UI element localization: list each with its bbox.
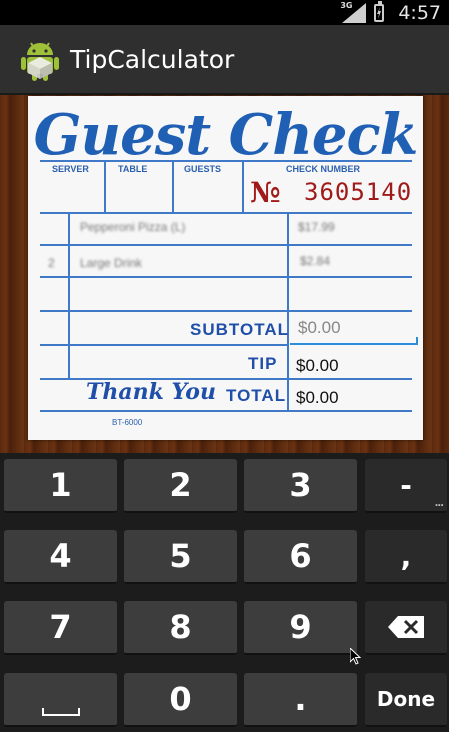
divider — [40, 276, 412, 278]
backspace-key[interactable] — [365, 601, 447, 655]
divider — [40, 244, 412, 246]
total-value: $0.00 — [296, 388, 339, 407]
total-label: TOTAL — [226, 386, 287, 405]
tip-value: $0.00 — [296, 356, 339, 375]
key-6[interactable]: 6 — [244, 530, 357, 584]
item-qty: 2 — [48, 256, 55, 270]
thank-you-text: Thank You — [86, 379, 216, 405]
key-5[interactable]: 5 — [124, 530, 237, 584]
divider — [68, 212, 70, 378]
status-bar: 3G 4:57 — [0, 0, 449, 25]
divider — [40, 410, 412, 412]
divider — [40, 310, 412, 312]
done-button[interactable]: Done — [365, 673, 447, 727]
network-type-label: 3G — [340, 0, 353, 10]
guests-header: GUESTS — [184, 164, 222, 174]
key-1[interactable]: 1 — [4, 459, 117, 513]
guest-check: Guest Check SERVER TABLE GUESTS CHECK NU… — [28, 96, 423, 440]
divider — [104, 162, 106, 212]
android-robot-icon[interactable] — [21, 39, 59, 81]
key-minus[interactable]: - ... — [365, 459, 447, 513]
backspace-icon — [388, 616, 424, 638]
key-9[interactable]: 9 — [244, 601, 357, 655]
check-number: 3605140 — [304, 178, 413, 206]
status-icons: 3G 4:57 — [340, 0, 441, 25]
key-7[interactable]: 7 — [4, 601, 117, 655]
item-name: Pepperoni Pizza (L) — [80, 220, 186, 234]
key-2[interactable]: 2 — [124, 459, 237, 513]
check-number-header: CHECK NUMBER — [286, 164, 360, 174]
table-header: TABLE — [118, 164, 148, 174]
space-key[interactable] — [4, 673, 117, 727]
tip-label: TIP — [248, 354, 278, 373]
key-period[interactable]: . — [244, 673, 357, 727]
key-8[interactable]: 8 — [124, 601, 237, 655]
more-symbols-icon: ... — [434, 498, 444, 509]
subtotal-input-underline[interactable] — [290, 337, 418, 345]
space-icon — [41, 708, 80, 716]
numeric-keyboard: 1 2 3 - ... 4 5 6 , 7 8 9 0 . Done — [0, 453, 449, 732]
number-sign: № — [250, 176, 281, 209]
server-header: SERVER — [52, 164, 89, 174]
item-name: Large Drink — [80, 256, 143, 270]
divider — [40, 212, 412, 214]
divider — [40, 344, 288, 346]
divider — [172, 162, 174, 212]
form-number: BT-6000 — [112, 418, 143, 427]
divider — [40, 160, 412, 162]
app-title: TipCalculator — [70, 45, 235, 74]
subtotal-label: SUBTOTAL — [190, 320, 289, 339]
clock: 4:57 — [398, 1, 441, 24]
divider — [242, 162, 244, 212]
action-bar: TipCalculator — [0, 25, 449, 95]
signal-icon: 3G — [340, 0, 367, 23]
check-title: Guest Check — [33, 102, 419, 168]
item-price: $2.84 — [300, 254, 331, 268]
key-0[interactable]: 0 — [124, 673, 237, 727]
key-comma[interactable]: , — [365, 530, 447, 584]
battery-icon — [374, 0, 385, 22]
key-3[interactable]: 3 — [244, 459, 357, 513]
item-price: $17.99 — [298, 220, 335, 234]
key-4[interactable]: 4 — [4, 530, 117, 584]
subtotal-input[interactable]: $0.00 — [298, 318, 341, 338]
divider — [287, 212, 289, 410]
key-minus-label: - — [400, 468, 412, 502]
